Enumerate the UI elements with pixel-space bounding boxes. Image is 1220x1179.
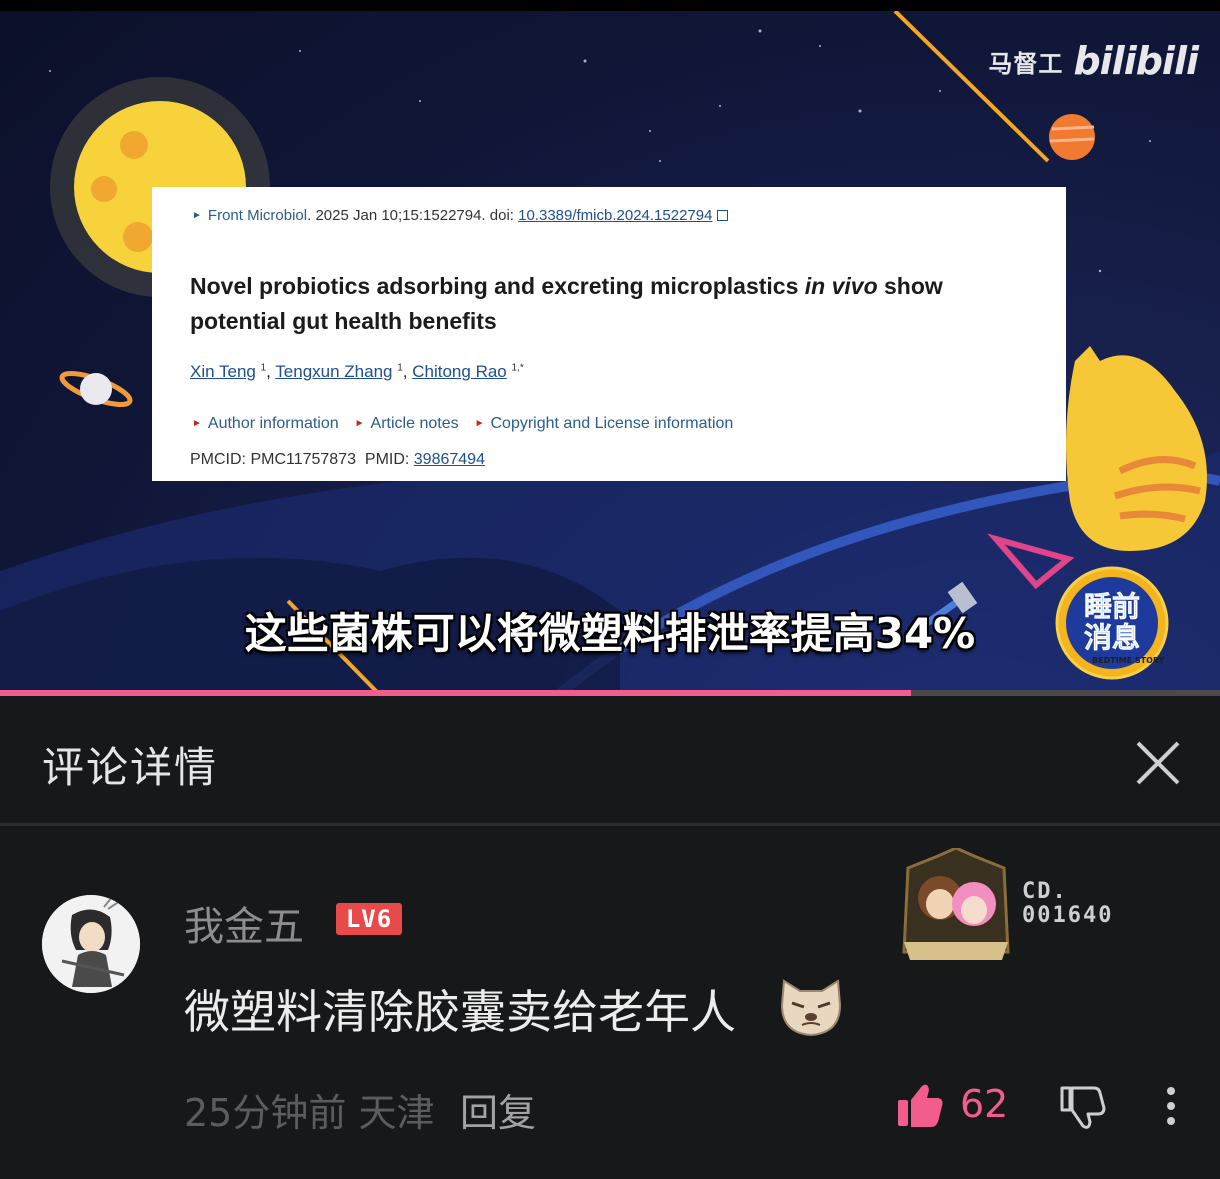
close-icon[interactable] [1134, 739, 1182, 787]
uploader-name: 马督工 [988, 49, 1064, 78]
triangle-icon: ► [354, 418, 365, 429]
bilibili-watermark: 马督工 bilibili [988, 39, 1199, 83]
triangle-icon: ► [192, 418, 202, 429]
citation-text: . 2025 Jan 10;15:1522794. doi: [307, 207, 519, 224]
citation-line: ► Front Microbiol. 2025 Jan 10;15:1522794… [192, 207, 729, 224]
dog-face-emoji-icon [780, 979, 842, 1037]
divider [0, 823, 1220, 826]
paper-screenshot: ► Front Microbiol. 2025 Jan 10;15:1522794… [152, 187, 1066, 481]
external-link-icon [717, 210, 729, 221]
like-count: 62 [960, 1082, 1009, 1126]
comment-location: 天津 [358, 1091, 435, 1135]
panel-title: 评论详情 [42, 743, 219, 792]
fan-badge-code: CD. 001640 [1022, 879, 1114, 928]
more-options-icon[interactable] [1160, 1086, 1182, 1126]
author-name: Tengxun Zhang [275, 362, 393, 381]
comment-panel-header: 评论详情 [0, 696, 1220, 824]
article-notes-link: Article notes [370, 415, 459, 432]
video-subtitle: 这些菌株可以将微塑料排泄率提高34% [244, 609, 976, 658]
journal-link: Front Microbiol [207, 207, 308, 224]
doi-link: 10.3389/fmicb.2024.1522794 [518, 207, 713, 224]
comment-text: 微塑料清除胶囊卖给老年人 [184, 985, 736, 1039]
reply-button[interactable]: 回复 [460, 1082, 536, 1137]
paper-title: Novel probiotics adsorbing and excreting… [190, 273, 943, 334]
comment-meta: 25分钟前 天津 [184, 1082, 434, 1137]
level-badge: LV6 [336, 903, 402, 935]
author-list: Xin Teng 1, Tengxun Zhang 1, Chitong Rao… [190, 362, 524, 381]
author-info-link: Author information [207, 415, 339, 432]
triangle-icon: ► [192, 210, 202, 221]
info-links: ► Author information ► Article notes ► Copy… [192, 415, 733, 433]
paper-ids: PMCID: PMC11757873 PMID: 39867494 [190, 451, 485, 468]
author-name: Xin Teng [190, 362, 256, 381]
bilibili-logo: bilibili [1073, 39, 1199, 83]
triangle-icon: ► [474, 418, 485, 429]
fan-badge-icon [902, 848, 1010, 960]
comment-time: 25分钟前 [184, 1091, 347, 1135]
avatar[interactable] [42, 895, 140, 993]
status-bar [0, 0, 1220, 11]
thumbs-up-icon[interactable] [896, 1082, 944, 1128]
author-name: Chitong Rao [412, 362, 507, 381]
pmid-link: 39867494 [413, 451, 485, 468]
copyright-link: Copyright and License information [490, 415, 734, 432]
video-player[interactable]: 睡前 消息 BEDTIME STORY 马督工 bilibili ► Front … [0, 11, 1220, 693]
pmcid: PMCID: PMC11757873 [190, 451, 356, 468]
comment-username[interactable]: 我金五 [184, 894, 304, 952]
thumbs-down-icon[interactable] [1058, 1082, 1106, 1130]
